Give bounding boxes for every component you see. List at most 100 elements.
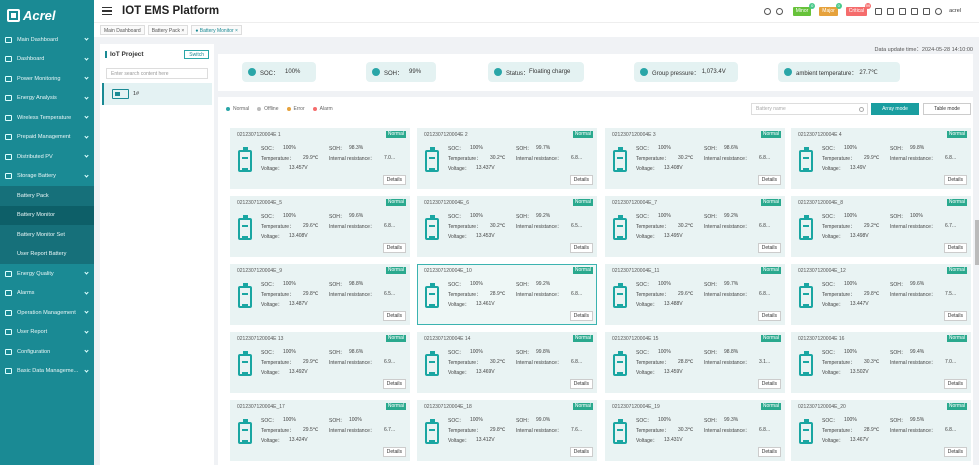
details-button[interactable]: Details [569,243,593,253]
sidebar-item[interactable]: Basic Data Manageme... [0,362,94,382]
project-search-input[interactable]: Enter search content here [106,68,208,79]
voltage-value: 13.459V [664,369,683,375]
battery-card[interactable]: 0212307120004E 1 Normal SOC： 100% SOH： 98.3% T… [230,128,410,189]
battery-card[interactable]: 0212307120004E 16 Normal SOC： 100% SOH： 99.4%… [791,332,971,393]
details-button[interactable]: Details [757,311,781,321]
brand-logo[interactable]: Acrel [0,0,94,30]
resistance-label: Internal resistance： [890,292,936,298]
menu-icon [5,329,12,336]
details-button[interactable]: Details [943,175,967,185]
tab-battery-monitor[interactable]: ● Battery Monitor × [191,25,242,35]
battery-search-input[interactable]: Battery name [751,103,868,115]
battery-card[interactable]: 0212307120004E 3 Normal SOC： 100% SOH： 98.6% T… [605,128,785,189]
battery-card[interactable]: 0212307120004E_19 Normal SOC： 100% SOH： 99.3%… [605,400,785,461]
voltage-value: 13.461V [476,301,495,307]
resistance-value: 6.9... [384,359,396,365]
details-button[interactable]: Details [757,379,781,389]
chevron-down-icon [84,270,89,275]
battery-card[interactable]: 0212307120004E_9 Normal SOC： 100% SOH： 98.8% T… [230,264,410,325]
user-avatar-icon[interactable] [935,7,943,15]
status-badge: Normal [760,403,781,410]
temperature-label: Temperature： [822,224,856,230]
grid-icon[interactable] [911,7,919,15]
sidebar-item-label: Main Dashboard [17,36,59,43]
sidebar-item[interactable]: User Report Battery [0,244,94,264]
details-button[interactable]: Details [943,311,967,321]
username[interactable]: acrel [949,8,961,14]
search-icon[interactable] [763,7,771,15]
project-tree-item[interactable]: 1# [102,83,212,105]
battery-name: 0212307120004E_20 [798,404,846,410]
theme-icon[interactable] [775,7,783,15]
battery-card[interactable]: 0212307120004E_11 Normal SOC： 100% SOH： 99.7%… [605,264,785,325]
battery-card[interactable]: 0212307120004E 4 Normal SOC： 100% SOH： 99.8% T… [791,128,971,189]
scrollbar[interactable] [975,220,979,265]
battery-card[interactable]: 0212307120004E 15 Normal SOC： 100% SOH： 98.8%… [605,332,785,393]
sidebar-item[interactable]: Alarms [0,284,94,304]
sidebar-item[interactable]: Main Dashboard [0,30,94,50]
battery-card[interactable]: 0212307120004E 14 Normal SOC： 100% SOH： 99.8%… [417,332,597,393]
sidebar-item[interactable]: Power Monitoring [0,69,94,89]
soh-label: SOH： [704,214,720,220]
sidebar-item[interactable]: Prepaid Management [0,128,94,148]
sidebar-item[interactable]: Storage Battery [0,167,94,187]
details-button[interactable]: Details [569,175,593,185]
alarm-critical-badge[interactable]: Critical 99 [845,2,872,16]
battery-card[interactable]: 0212307120004E_20 Normal SOC： 100% SOH： 99.5%… [791,400,971,461]
details-button[interactable]: Details [382,243,406,253]
alarm-major-badge[interactable]: Major 0 [819,2,842,16]
array-mode-button[interactable]: Array mode [871,103,919,115]
device-panel: Normal Offline Error Alarm Battery name Arr… [218,97,973,465]
sidebar-item[interactable]: Battery Pack [0,186,94,206]
battery-card[interactable]: 0212307120004E_5 Normal SOC： 100% SOH： 99.6% T… [230,196,410,257]
sidebar-item[interactable]: Battery Monitor [0,205,94,225]
details-button[interactable]: Details [569,311,593,321]
bell-icon[interactable] [887,7,895,15]
battery-card[interactable]: 0212307120004E_6 Normal SOC： 100% SOH： 99.2% T… [417,196,597,257]
details-button[interactable]: Details [943,243,967,253]
battery-card[interactable]: 0212307120004E_17 Normal SOC： 100% SOH： 100% T… [230,400,410,461]
tab-battery-pack[interactable]: Battery Pack × [147,25,189,35]
details-button[interactable]: Details [569,379,593,389]
resistance-label: Internal resistance： [516,224,562,230]
battery-card[interactable]: 0212307120004E 13 Normal SOC： 100% SOH： 98.6%… [230,332,410,393]
sidebar-item[interactable]: Configuration [0,342,94,362]
details-button[interactable]: Details [757,447,781,457]
details-button[interactable]: Details [943,447,967,457]
translate-icon[interactable] [875,7,883,15]
screen-icon[interactable] [899,7,907,15]
sidebar-item[interactable]: Battery Monitor Set [0,225,94,245]
details-button[interactable]: Details [757,175,781,185]
fullscreen-icon[interactable] [923,7,931,15]
sidebar-item[interactable]: Operation Management [0,303,94,323]
menu-toggle-icon[interactable] [102,7,112,15]
temperature-value: 29.8℃ [864,291,880,297]
details-button[interactable]: Details [382,175,406,185]
tab-main-dashboard[interactable]: Main Dashboard [100,25,145,35]
sidebar-item[interactable]: Wireless Temperature [0,108,94,128]
alarm-minor-badge[interactable]: Minor 0 [792,2,816,16]
soh-label: SOH： [890,146,906,152]
details-button[interactable]: Details [943,379,967,389]
sidebar-item[interactable]: Energy Quality [0,264,94,284]
sidebar-item[interactable]: Energy Analysis [0,89,94,109]
details-button[interactable]: Details [382,311,406,321]
details-button[interactable]: Details [382,379,406,389]
search-icon[interactable] [859,107,864,112]
details-button[interactable]: Details [757,243,781,253]
sidebar-item[interactable]: Distributed PV [0,147,94,167]
battery-card[interactable]: 0212307120004E 2 Normal SOC： 100% SOH： 99.7% T… [417,128,597,189]
switch-button[interactable]: Switch [184,49,209,59]
table-mode-button[interactable]: Table mode [923,103,971,115]
battery-card[interactable]: 0212307120004E_12 Normal SOC： 100% SOH： 99.6%… [791,264,971,325]
battery-card[interactable]: 0212307120004E_8 Normal SOC： 100% SOH： 100% Te… [791,196,971,257]
battery-card[interactable]: 0212307120004E_10 Normal SOC： 100% SOH： 99.2%… [417,264,597,325]
details-button[interactable]: Details [569,447,593,457]
sidebar-item[interactable]: Dashboard [0,50,94,70]
resistance-label: Internal resistance： [329,156,375,162]
sidebar-item[interactable]: User Report [0,323,94,343]
battery-card[interactable]: 0212307120004E_7 Normal SOC： 100% SOH： 99.2% T… [605,196,785,257]
battery-card[interactable]: 0212307120004E_18 Normal SOC： 100% SOH： 99.0%… [417,400,597,461]
details-button[interactable]: Details [382,447,406,457]
soh-summary: SOH： 99% [366,62,436,82]
